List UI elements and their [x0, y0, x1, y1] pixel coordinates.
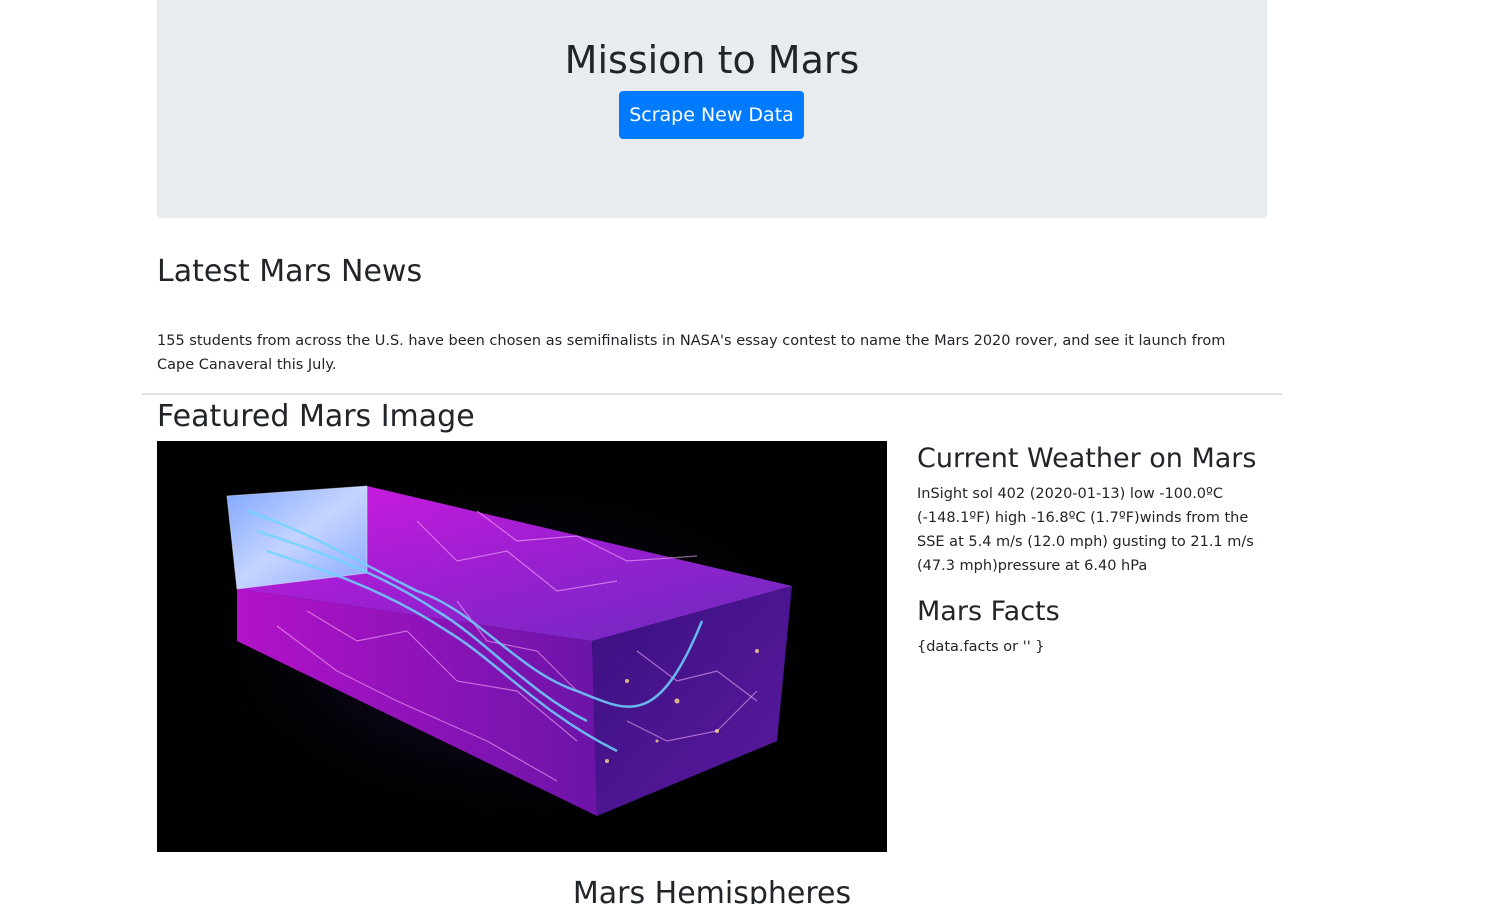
weather-heading: Current Weather on Mars: [917, 443, 1257, 474]
mars-facts-heading: Mars Facts: [917, 596, 1060, 627]
scrape-new-data-button[interactable]: Scrape New Data: [619, 91, 804, 139]
mars-facts-body: {data.facts or '' }: [917, 639, 1045, 655]
header-jumbotron: Mission to Mars Scrape New Data: [157, 0, 1267, 218]
section-divider: [142, 393, 1282, 395]
latest-news-heading: Latest Mars News: [157, 254, 423, 289]
featured-mars-image: [157, 441, 887, 852]
featured-image-heading: Featured Mars Image: [157, 399, 475, 434]
weather-report: InSight sol 402 (2020-01-13) low -100.0º…: [917, 486, 1254, 574]
page-title: Mission to Mars: [564, 38, 860, 82]
page-container: Mission to Mars Scrape New Data Latest M…: [0, 0, 1508, 904]
hemispheres-heading: Mars Hemispheres: [572, 876, 852, 904]
latest-news-paragraph: 155 students from across the U.S. have b…: [157, 333, 1226, 373]
